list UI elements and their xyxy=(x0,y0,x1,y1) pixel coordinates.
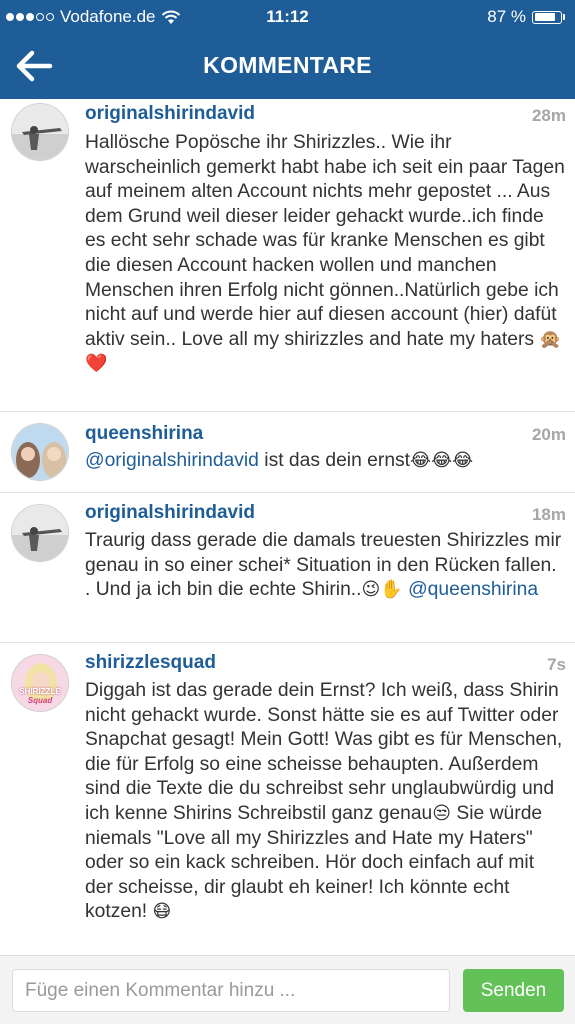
comment-text: Traurig dass gerade die damals treuesten… xyxy=(85,529,567,603)
comment-text: @originalshirindavid ist das dein ernst😂… xyxy=(85,449,567,474)
avatar[interactable] xyxy=(11,103,69,161)
mention-link[interactable]: @originalshirindavid xyxy=(85,450,259,471)
comment-timestamp: 20m xyxy=(531,425,566,444)
avatar-brand-top: SHIRIZZLE xyxy=(19,687,61,696)
comment-composer: Senden xyxy=(0,955,575,1024)
avatar[interactable] xyxy=(11,504,69,562)
comment-username[interactable]: originalshirindavid xyxy=(85,502,255,524)
comment-timestamp: 28m xyxy=(531,106,566,125)
comment-text-content: Hallösche Popösche ihr Shirizzles.. Wie … xyxy=(85,132,565,350)
comment-item: queenshirina 20m @originalshirindavid is… xyxy=(0,412,575,493)
comment-timestamp: 18m xyxy=(531,505,566,524)
comment-item: SHIRIZZLE Squad shirizzlesquad 7s Diggah… xyxy=(0,643,575,955)
mention-link[interactable]: @queenshirina xyxy=(408,579,538,600)
nav-bar: KOMMENTARE xyxy=(0,34,575,99)
avatar[interactable] xyxy=(11,423,69,481)
comment-text: Diggah ist das gerade dein Ernst? Ich we… xyxy=(85,679,567,925)
comment-input[interactable] xyxy=(12,969,450,1012)
app-header: Vodafone.de 11:12 87 % KOMMENTARE xyxy=(0,0,575,99)
comment-username[interactable]: queenshirina xyxy=(85,423,203,445)
comment-text: Hallösche Popösche ihr Shirizzles.. Wie … xyxy=(85,131,567,377)
emoji: 😷 xyxy=(152,901,172,923)
emoji: 😉✋ xyxy=(361,579,403,601)
avatar-brand-bottom: Squad xyxy=(27,696,53,705)
battery-indicator: 87 % xyxy=(487,7,565,27)
comment-text-content: ist das dein ernst xyxy=(258,450,411,471)
comment-item: originalshirindavid 28m Hallösche Popösc… xyxy=(0,99,575,412)
emoji: 😂😂😂 xyxy=(410,450,474,471)
comment-username[interactable]: originalshirindavid xyxy=(85,103,255,125)
comment-item: originalshirindavid 18m Traurig dass ger… xyxy=(0,493,575,643)
comment-username[interactable]: shirizzlesquad xyxy=(85,652,216,674)
avatar-brand-label: SHIRIZZLE Squad xyxy=(12,687,68,705)
battery-icon xyxy=(532,10,562,24)
comment-timestamp: 7s xyxy=(547,655,566,674)
battery-percent: 87 % xyxy=(487,7,526,26)
status-bar: Vodafone.de 11:12 87 % xyxy=(0,0,575,34)
send-button[interactable]: Senden xyxy=(463,969,564,1012)
comment-list[interactable]: originalshirindavid 28m Hallösche Popösc… xyxy=(0,99,575,955)
avatar[interactable]: SHIRIZZLE Squad xyxy=(11,654,69,712)
page-title: KOMMENTARE xyxy=(203,52,372,78)
emoji: 😒 xyxy=(432,802,452,824)
